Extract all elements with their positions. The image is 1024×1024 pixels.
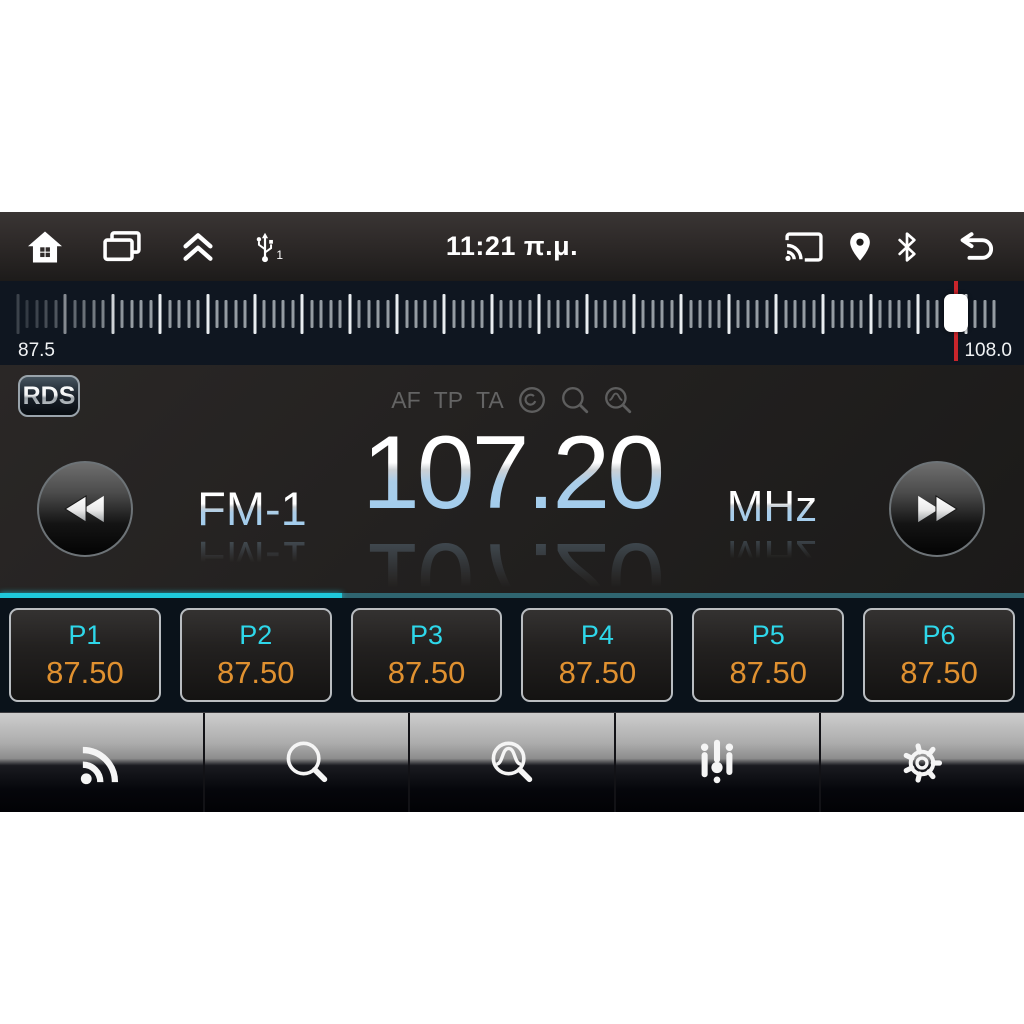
fast-forward-icon — [914, 492, 960, 526]
broadcast-icon — [75, 736, 129, 790]
preset-label: P1 — [68, 620, 102, 650]
preset-label: P4 — [580, 620, 614, 650]
ruler-ticks — [16, 281, 996, 365]
radio-band-button[interactable] — [0, 713, 206, 812]
equalizer-button[interactable] — [616, 713, 821, 812]
preset-frequency: 87.50 — [387, 655, 466, 690]
preset-row: P1 87.50 P2 87.50 P3 87.50 P4 87.50 P5 8… — [0, 598, 1024, 712]
head-unit-screen: 1 11:21 π.μ. 87.5 108.0 RDS AF TP TA FM-… — [0, 212, 1024, 812]
scan-button[interactable] — [410, 713, 616, 812]
preset-button-3[interactable]: P3 87.50 — [350, 608, 503, 702]
preset-frequency: 87.50 — [558, 655, 637, 690]
band-max-label: 108.0 — [964, 340, 1012, 361]
preset-frequency: 87.50 — [216, 655, 295, 690]
bluetooth-icon — [896, 231, 918, 263]
location-icon — [848, 231, 872, 263]
gear-icon — [895, 736, 949, 790]
preset-label: P6 — [922, 620, 956, 650]
seek-up-button[interactable] — [889, 461, 985, 557]
seek-indicator-icon — [560, 385, 590, 415]
preset-button-6[interactable]: P6 87.50 — [863, 608, 1015, 702]
back-icon[interactable] — [958, 231, 998, 263]
cast-icon — [784, 231, 824, 263]
preset-label: P2 — [239, 620, 273, 650]
frequency-ruler[interactable]: 87.5 108.0 — [0, 281, 1024, 365]
tp-indicator: TP — [433, 386, 464, 413]
ta-indicator: TA — [476, 386, 504, 413]
scan-indicator-icon — [603, 385, 633, 415]
search-icon — [280, 736, 334, 790]
band-min-label: 87.5 — [18, 340, 55, 361]
preset-label: P3 — [410, 620, 444, 650]
circle-c-icon — [517, 385, 547, 415]
preset-button-5[interactable]: P5 87.50 — [692, 608, 845, 702]
equalizer-icon — [690, 736, 744, 790]
frequency-unit: MHz — [692, 485, 852, 529]
bottom-toolbar — [0, 712, 1024, 812]
settings-button[interactable] — [821, 713, 1024, 812]
preset-button-4[interactable]: P4 87.50 — [521, 608, 674, 702]
af-indicator: AF — [391, 386, 421, 413]
tuner-panel: RDS AF TP TA FM-1 107.20 107.20 MHz MHz — [0, 365, 1024, 637]
indicator-row: AF TP TA — [0, 385, 1024, 415]
preset-label: P5 — [751, 620, 785, 650]
preset-button-2[interactable]: P2 87.50 — [179, 608, 332, 702]
frequency-unit-reflection: MHz — [692, 531, 852, 580]
preset-frequency: 87.50 — [46, 655, 124, 690]
scan-icon — [485, 736, 539, 790]
status-bar: 1 11:21 π.μ. — [0, 212, 1024, 282]
tuning-indicator[interactable] — [943, 281, 968, 361]
preset-frequency: 87.50 — [729, 655, 808, 690]
seek-button[interactable] — [205, 713, 411, 812]
preset-button-1[interactable]: P1 87.50 — [9, 608, 161, 702]
frequency-display: 107.20 — [0, 421, 1024, 525]
tuning-knob[interactable] — [943, 294, 968, 332]
preset-frequency: 87.50 — [900, 655, 978, 690]
